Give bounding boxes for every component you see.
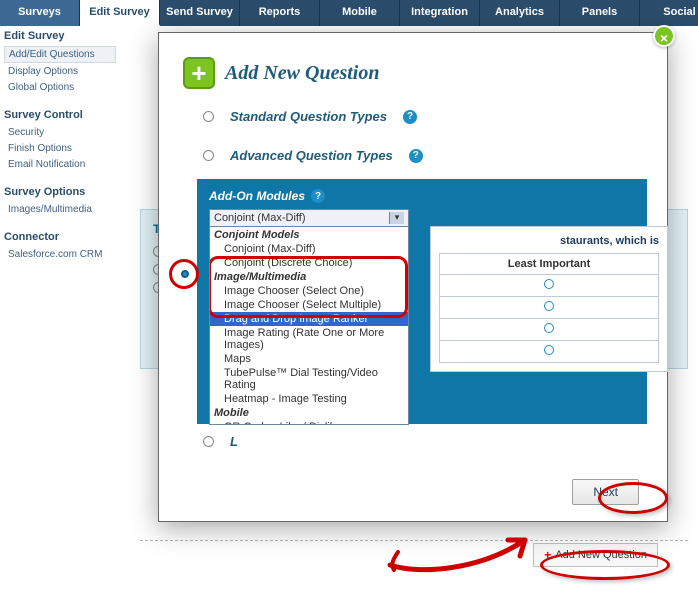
dropdown-item[interactable]: Image Chooser (Select Multiple) — [210, 298, 408, 312]
divider — [140, 540, 688, 541]
radio-icon[interactable] — [203, 150, 214, 161]
dropdown-group-label: Image/Multimedia — [210, 270, 408, 284]
tab-send-survey[interactable]: Send Survey — [160, 0, 240, 26]
dropdown-selected-value: Conjoint (Max-Diff) — [214, 212, 306, 224]
dropdown-item[interactable]: TubePulse™ Dial Testing/Video Rating — [210, 366, 408, 392]
tab-bar: Surveys Edit Survey Send Survey Reports … — [0, 0, 698, 26]
chevron-down-icon[interactable]: ▾ — [389, 212, 404, 224]
radio-icon[interactable] — [544, 345, 554, 355]
sidebar-group-survey-control: Survey Control — [4, 109, 116, 121]
sidebar-item-images-multimedia[interactable]: Images/Multimedia — [4, 202, 116, 217]
dropdown-item[interactable]: Heatmap - Image Testing — [210, 392, 408, 406]
sidebar-item-security[interactable]: Security — [4, 125, 116, 140]
tab-social[interactable]: Social — [640, 0, 698, 26]
next-button[interactable]: Next — [572, 479, 639, 505]
tab-analytics[interactable]: Analytics — [480, 0, 560, 26]
sidebar-group-edit-survey: Edit Survey — [4, 30, 116, 42]
help-icon[interactable]: ? — [409, 149, 423, 163]
tab-edit-survey[interactable]: Edit Survey — [80, 0, 160, 26]
advanced-question-types-row[interactable]: Advanced Question Types ? — [159, 142, 667, 169]
radio-icon[interactable] — [203, 436, 214, 447]
last-label: L — [230, 434, 238, 449]
radio-icon[interactable] — [544, 301, 554, 311]
add-new-question-label: Add New Question — [555, 549, 647, 561]
question-preview-table: staurants, which is Least Important — [430, 226, 668, 372]
radio-icon[interactable] — [203, 111, 214, 122]
addon-label: Add-On Modules — [209, 189, 305, 203]
tab-surveys[interactable]: Surveys — [0, 0, 80, 26]
plus-icon: + — [544, 548, 551, 562]
radio-selected-icon — [181, 270, 189, 278]
radio-icon[interactable] — [544, 323, 554, 333]
tab-reports[interactable]: Reports — [240, 0, 320, 26]
standard-label: Standard Question Types — [230, 109, 387, 124]
table-cell[interactable] — [440, 319, 659, 341]
tab-mobile[interactable]: Mobile — [320, 0, 400, 26]
standard-question-types-row[interactable]: Standard Question Types ? — [159, 103, 667, 130]
table-cell[interactable] — [440, 297, 659, 319]
dropdown-item[interactable]: Conjoint (Max-Diff) — [210, 242, 408, 256]
dropdown-item[interactable]: Drag and Drop Image Ranker — [210, 312, 408, 326]
modal-title: Add New Question — [225, 62, 379, 85]
dropdown-item[interactable]: QR Code - Like / Dislike — [210, 420, 408, 424]
sidebar-item-salesforce-crm[interactable]: Salesforce.com CRM — [4, 247, 116, 262]
plus-icon: + — [183, 57, 215, 89]
dropdown-item[interactable]: Image Rating (Rate One or More Images) — [210, 326, 408, 352]
help-icon[interactable]: ? — [311, 189, 325, 203]
dropdown-list[interactable]: Conjoint ModelsConjoint (Max-Diff)Conjoi… — [210, 228, 408, 424]
table-cell[interactable] — [440, 275, 659, 297]
addon-dropdown[interactable]: Conjoint (Max-Diff) ▾ Conjoint ModelsCon… — [209, 209, 409, 425]
sidebar: Edit Survey Add/Edit Questions Display O… — [0, 24, 120, 282]
tab-integration[interactable]: Integration — [400, 0, 480, 26]
add-new-question-button[interactable]: + Add New Question — [533, 543, 658, 567]
dropdown-group-label: Conjoint Models — [210, 228, 408, 242]
sidebar-item-email-notification[interactable]: Email Notification — [4, 157, 116, 172]
sidebar-item-display-options[interactable]: Display Options — [4, 64, 116, 79]
close-button[interactable]: × — [653, 25, 675, 47]
col-least-important: Least Important — [440, 254, 659, 275]
dropdown-item[interactable]: Conjoint (Discrete Choice) — [210, 256, 408, 270]
tab-panels[interactable]: Panels — [560, 0, 640, 26]
table-cell[interactable] — [440, 341, 659, 363]
advanced-label: Advanced Question Types — [230, 148, 393, 163]
help-icon[interactable]: ? — [403, 110, 417, 124]
dropdown-item[interactable]: Maps — [210, 352, 408, 366]
last-question-type-row[interactable]: L — [159, 424, 667, 449]
dropdown-item[interactable]: Image Chooser (Select One) — [210, 284, 408, 298]
sidebar-item-add-edit-questions[interactable]: Add/Edit Questions — [4, 46, 116, 63]
preview-title-fragment: staurants, which is — [439, 235, 659, 247]
sidebar-group-connector: Connector — [4, 231, 116, 243]
sidebar-group-survey-options: Survey Options — [4, 186, 116, 198]
dropdown-group-label: Mobile — [210, 406, 408, 420]
sidebar-item-finish-options[interactable]: Finish Options — [4, 141, 116, 156]
sidebar-item-global-options[interactable]: Global Options — [4, 80, 116, 95]
radio-icon[interactable] — [544, 279, 554, 289]
